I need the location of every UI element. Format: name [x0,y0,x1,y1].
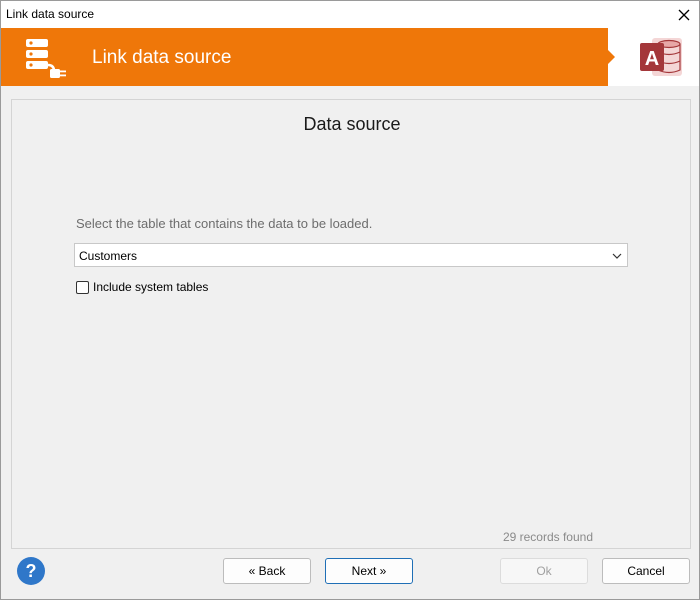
records-status: 29 records found [502,530,593,544]
include-system-tables-option[interactable]: Include system tables [76,279,208,295]
include-system-tables-checkbox[interactable] [76,280,89,294]
instruction-text: Select the table that contains the data … [76,216,373,231]
header-banner: Link data source A [1,28,699,86]
close-icon [678,9,690,20]
ms-access-icon: A [640,38,682,76]
database-plug-icon [26,39,66,78]
banner-heading: Link data source [92,47,232,68]
ok-button[interactable]: Ok [500,558,588,584]
cancel-button[interactable]: Cancel [602,558,690,584]
help-icon[interactable]: ? [16,556,46,586]
close-button[interactable] [669,1,699,28]
section-title: Data source [303,114,401,134]
table-select-value: Customers [79,249,138,263]
include-system-tables-label: Include system tables [93,280,209,294]
window-title: Link data source [6,7,95,21]
table-select[interactable]: Customers [74,243,628,267]
svg-text:?: ? [26,561,37,581]
banner-arrow [608,50,615,64]
link-data-source-dialog: Link data source Link data source A Data… [0,0,700,600]
back-button[interactable]: « Back [223,558,311,584]
chevron-down-icon [612,253,622,259]
data-source-panel: Data source Select the table that contai… [11,99,691,549]
svg-text:A: A [645,48,659,70]
title-bar: Link data source [1,1,699,28]
next-button[interactable]: Next » [325,558,413,584]
